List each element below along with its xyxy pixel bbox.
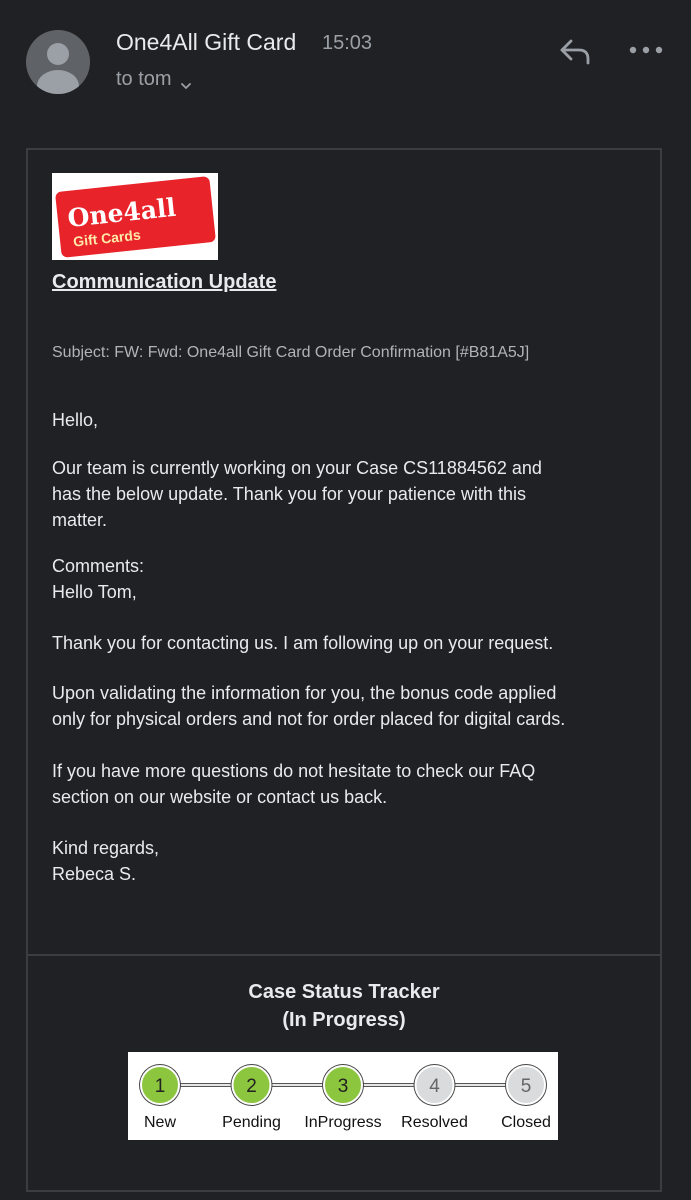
tracker-graphic: 1 New 2 Pending 3 InProgress 4 Resolved 5 Closed	[139, 1064, 551, 1131]
tracker-step-number: 5	[521, 1076, 532, 1097]
chevron-down-icon	[180, 73, 192, 90]
greeting: Hello,	[52, 407, 642, 433]
email-body: One4all Gift Cards Communication Update …	[26, 148, 662, 1192]
signature-block: Kind regards, Rebeca S.	[52, 835, 642, 887]
tracker-step-number: 3	[338, 1076, 349, 1097]
intro-paragraph: Our team is currently working on your Ca…	[52, 455, 642, 533]
tracker-step-label: InProgress	[304, 1114, 381, 1131]
sender-avatar[interactable]	[26, 30, 90, 94]
section-divider	[28, 954, 660, 956]
validation-paragraph: Upon validating the information for you,…	[52, 680, 642, 732]
communication-title: Communication Update	[52, 271, 277, 293]
tracker-title: Case Status Tracker (In Progress)	[28, 978, 660, 1034]
more-horizontal-icon	[629, 46, 663, 54]
reply-icon	[560, 39, 590, 65]
recipient-toggle[interactable]: to tom	[116, 66, 192, 92]
tracker-step-number: 2	[246, 1076, 257, 1097]
thanks-line: Thank you for contacting us. I am follow…	[52, 633, 554, 653]
validation-line: Upon validating the information for you,…	[52, 683, 557, 703]
intro-line: has the below update. Thank you for your…	[52, 484, 526, 504]
email-header: One4All Gift Card 15:03 to tom	[0, 0, 691, 130]
faq-line: If you have more questions do not hesita…	[52, 761, 536, 781]
intro-line: Our team is currently working on your Ca…	[52, 458, 542, 478]
faq-paragraph: If you have more questions do not hesita…	[52, 758, 642, 810]
sent-time: 15:03	[322, 32, 373, 54]
one4all-logo: One4all Gift Cards	[52, 173, 218, 260]
signoff: Kind regards,	[52, 838, 160, 858]
validation-line: only for physical orders and not for ord…	[52, 709, 566, 729]
tracker-step-label: New	[144, 1114, 176, 1131]
case-status-tracker: 1 New 2 Pending 3 InProgress 4 Resolved 5 Closed	[128, 1052, 558, 1140]
reply-button[interactable]	[556, 32, 596, 72]
subject-line: Subject: FW: Fwd: One4all Gift Card Orde…	[52, 344, 530, 361]
tracker-step-label: Closed	[501, 1114, 551, 1131]
sender-name[interactable]: One4All Gift Card	[116, 28, 296, 56]
tracker-step-label: Resolved	[401, 1114, 468, 1131]
greeting-text: Hello,	[52, 410, 99, 430]
comments-greeting: Hello Tom,	[52, 582, 137, 602]
recipient-label: to tom	[116, 68, 172, 90]
intro-line: matter.	[52, 510, 108, 530]
faq-line: section on our website or contact us bac…	[52, 787, 388, 807]
tracker-step-label: Pending	[222, 1114, 281, 1131]
person-icon	[37, 43, 79, 94]
tracker-step-number: 4	[429, 1076, 440, 1097]
tracker-step-number: 1	[155, 1076, 166, 1097]
signature-name: Rebeca S.	[52, 864, 137, 884]
comments-label: Comments:	[52, 556, 145, 576]
comments-block: Comments: Hello Tom,	[52, 553, 642, 605]
tracker-title-main: Case Status Tracker	[248, 981, 440, 1003]
more-options-button[interactable]	[622, 32, 668, 72]
thanks-paragraph: Thank you for contacting us. I am follow…	[52, 630, 642, 656]
tracker-title-status: (In Progress)	[282, 1009, 406, 1031]
email-view: One4All Gift Card 15:03 to tom One4all G…	[0, 0, 691, 1200]
